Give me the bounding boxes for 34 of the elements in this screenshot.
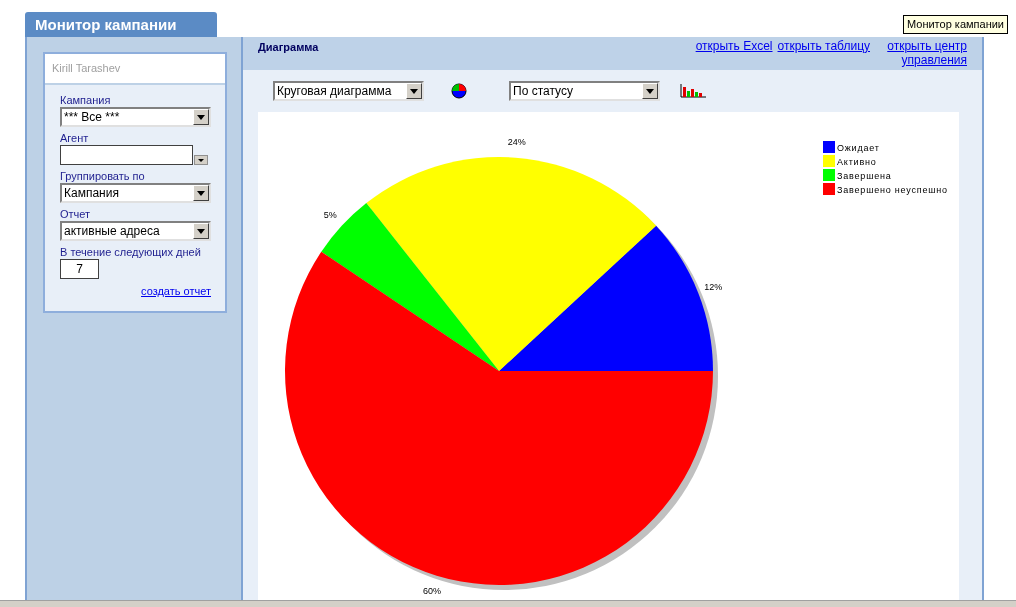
days-input-field[interactable]: 7: [60, 259, 99, 279]
header-link[interactable]: открыть Excel: [695, 39, 773, 53]
legend-swatch: [823, 183, 835, 195]
dropdown-select[interactable]: По статусу: [509, 81, 660, 101]
user-name: Kirill Tarashev: [52, 61, 121, 77]
panel-title: Диаграмма: [258, 40, 319, 55]
dropdown-select[interactable]: Круговая диаграмма: [273, 81, 424, 101]
slice-value-label: 12%: [704, 282, 723, 293]
field-label: Кампания: [60, 93, 112, 107]
legend-swatch: [823, 169, 835, 181]
tooltip: Монитор кампании: [903, 15, 1008, 34]
legend-label: Завершена: [837, 171, 892, 181]
header-link[interactable]: открыть таблицу: [777, 39, 870, 53]
pie-chart-icon[interactable]: [451, 83, 467, 99]
bar-chart-icon[interactable]: [680, 84, 706, 98]
create-report-link[interactable]: создать отчет: [141, 283, 211, 300]
dropdown-select[interactable]: Кампания: [60, 183, 211, 203]
field-label: Отчет: [60, 207, 92, 221]
field-label: В течение следующих дней: [60, 245, 202, 259]
field-label: Группировать по: [60, 169, 146, 183]
slice-value-label: 24%: [507, 136, 526, 147]
header-link[interactable]: открыть центр управления: [875, 39, 967, 67]
field-label: Агент: [60, 131, 90, 145]
agent-input-field[interactable]: [60, 145, 193, 165]
legend-swatch: [823, 155, 835, 167]
legend-label: Активно: [837, 157, 877, 167]
slice-value-label: 5%: [323, 209, 337, 220]
legend-label: Ожидает: [837, 143, 880, 153]
tab[interactable]: Монитор кампании: [25, 12, 217, 37]
legend-swatch: [823, 141, 835, 153]
legend-label: Завершено неуспешно: [837, 185, 948, 195]
slice-value-label: 60%: [423, 586, 442, 597]
dropdown-select[interactable]: *** Все ***: [60, 107, 211, 127]
dropdown-select[interactable]: активные адреса: [60, 221, 211, 241]
